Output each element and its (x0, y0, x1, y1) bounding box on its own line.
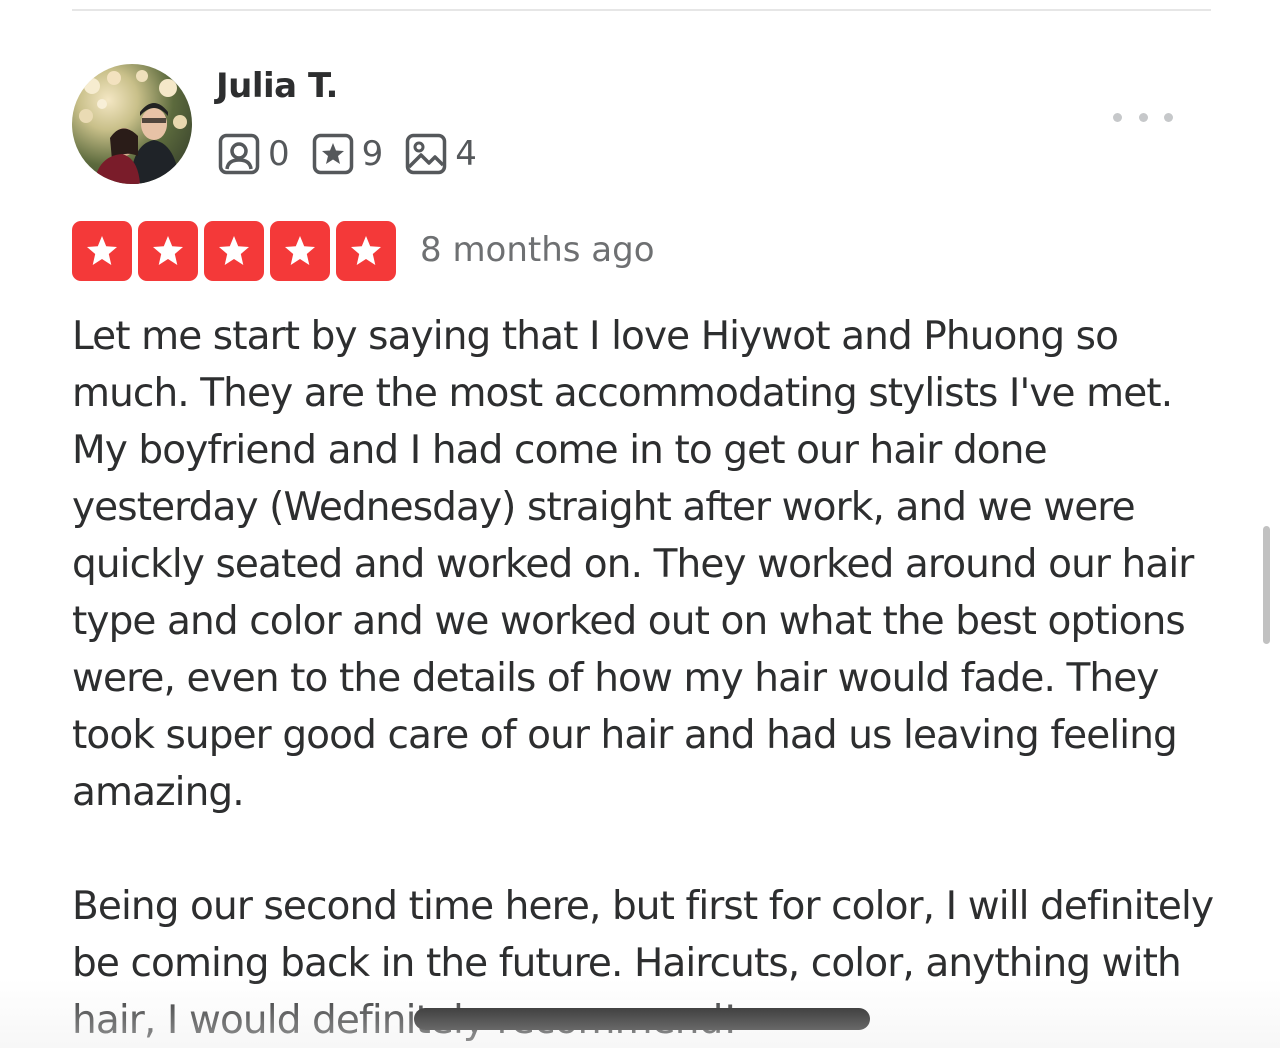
more-options-icon (1113, 112, 1122, 122)
photos-count: 4 (455, 134, 477, 174)
star-rating (72, 221, 402, 281)
rating-star-5 (336, 221, 396, 281)
star-icon (285, 236, 315, 265)
photos-stat: 4 (405, 133, 477, 175)
avatar-photo (79, 70, 187, 184)
review-star-icon (312, 133, 353, 175)
friends-count: 0 (268, 134, 290, 174)
reviews-stat: 9 (312, 133, 384, 175)
review-paragraph: Let me start by saying that I love Hiywo… (72, 314, 1194, 815)
more-options-icon-dot (1138, 112, 1148, 122)
scrollbar-thumb[interactable] (1263, 526, 1270, 644)
rating-star-2 (138, 221, 198, 281)
top-divider (72, 9, 1211, 11)
reviews-count: 9 (361, 134, 384, 174)
review-body: Let me start by saying that I love Hiywo… (72, 308, 1222, 1048)
reviewer-name[interactable]: Julia T. (216, 66, 338, 106)
rating-star-3 (204, 221, 264, 281)
more-options-button[interactable] (1108, 100, 1178, 134)
rating-star-1 (72, 221, 132, 281)
friends-icon (218, 133, 260, 175)
reviewer-stats: 0 9 4 (218, 132, 499, 176)
star-icon (219, 236, 249, 265)
photo-icon (406, 133, 447, 175)
more-options-icon-dot (1164, 112, 1173, 122)
friends-stat: 0 (218, 133, 290, 175)
star-icon (351, 236, 381, 265)
redaction-mark (414, 1008, 870, 1030)
star-icon (87, 236, 117, 265)
avatar[interactable] (72, 64, 192, 184)
star-icon (153, 236, 183, 265)
rating-star-4 (270, 221, 330, 281)
review-date: 8 months ago (420, 230, 655, 270)
